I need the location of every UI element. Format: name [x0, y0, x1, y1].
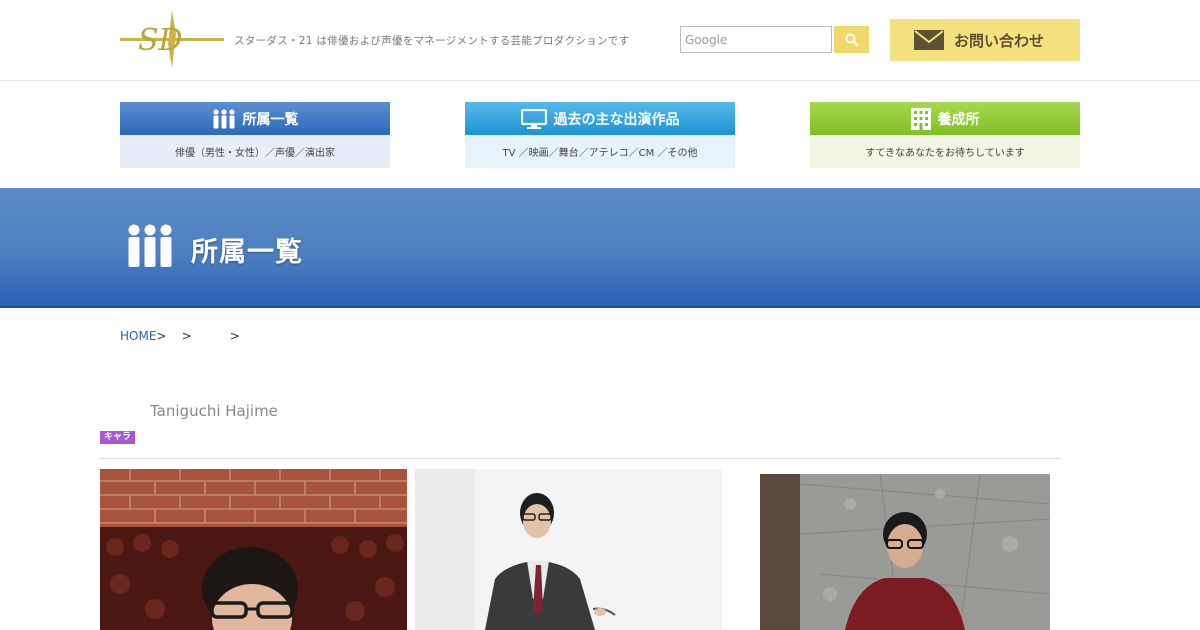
nav-members-subtitle: 俳優（男性・女性）／声優／演出家 [120, 135, 390, 168]
magnifier-icon [845, 33, 859, 47]
breadcrumb-trail: > > > [156, 329, 240, 343]
nav-members[interactable]: 所属一覧 俳優（男性・女性）／声優／演出家 [120, 102, 390, 168]
contact-button[interactable]: お問い合わせ [890, 19, 1080, 61]
breadcrumb: HOME> > > [120, 329, 240, 343]
nav-school-subtitle: すてきなあなたをお待ちしています [810, 135, 1080, 168]
profile-photo-3[interactable] [760, 474, 1050, 630]
envelope-icon [914, 30, 944, 50]
profile-photo-1[interactable] [100, 469, 407, 630]
divider [100, 458, 1060, 459]
site-logo[interactable]: SD [120, 10, 224, 68]
search-input[interactable] [680, 26, 832, 53]
search-button[interactable] [834, 26, 869, 53]
nav-works-subtitle: TV ／映画／舞台／アテレコ／CM ／その他 [465, 135, 735, 168]
page-title: 所属一覧 [191, 237, 303, 268]
contact-label: お問い合わせ [954, 31, 1045, 50]
svg-text:SD: SD [138, 23, 183, 58]
site-tagline: スターダス・21 は俳優および声優をマネージメントする芸能プロダクションです [234, 35, 630, 47]
nav-school[interactable]: 養成所 すてきなあなたをお待ちしています [810, 102, 1080, 168]
nav-works[interactable]: 過去の主な出演作品 TV ／映画／舞台／アテレコ／CM ／その他 [465, 102, 735, 168]
profile-romaji-name: Taniguchi Hajime [150, 402, 278, 420]
page-banner [0, 188, 1200, 308]
nav-works-title: 過去の主な出演作品 [553, 111, 680, 128]
nav-members-title: 所属一覧 [242, 111, 299, 128]
breadcrumb-home-link[interactable]: HOME [120, 329, 156, 343]
nav-school-title: 養成所 [937, 111, 980, 128]
tv-monitor-icon [520, 108, 547, 129]
category-badge: キャラ [100, 431, 136, 444]
building-icon [910, 107, 931, 130]
people-icon [212, 108, 236, 129]
profile-photo-2[interactable] [415, 469, 722, 630]
site-header: SD スターダス・21 は俳優および声優をマネージメントする芸能プロダクションで… [0, 0, 1200, 81]
people-icon [128, 224, 172, 267]
